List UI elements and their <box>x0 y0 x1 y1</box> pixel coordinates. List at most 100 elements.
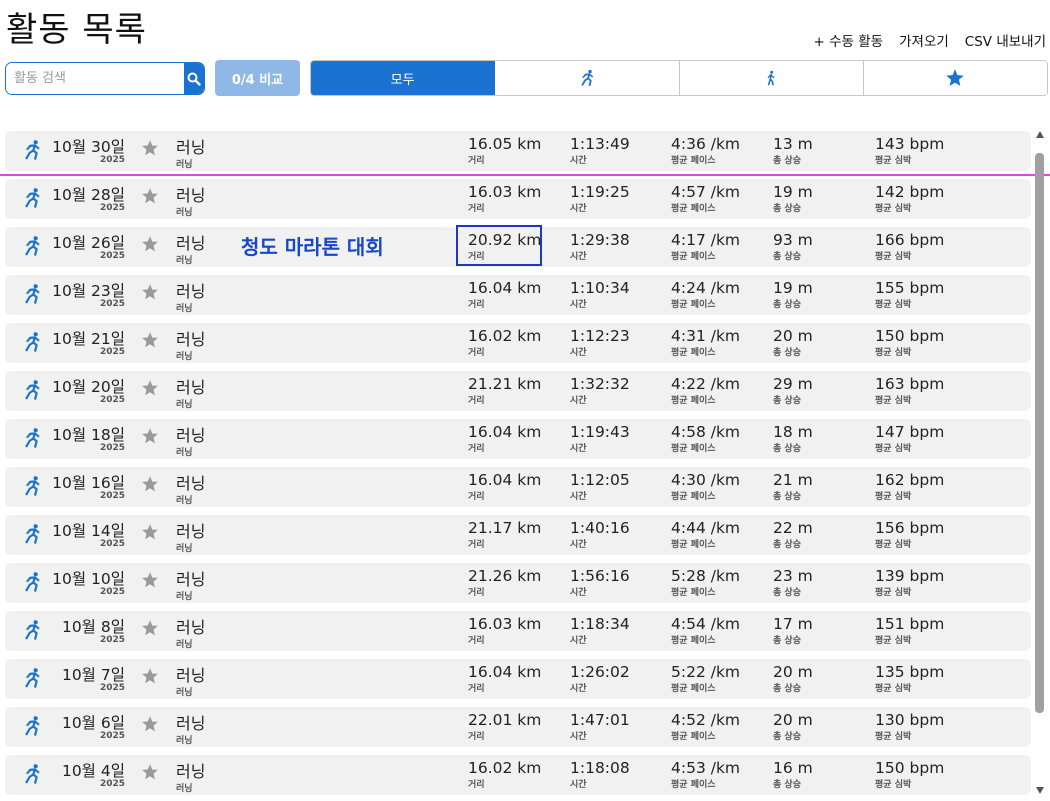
stat-time: 1:47:01 시간 <box>570 711 630 742</box>
filter-tab-all[interactable]: 모두 <box>311 61 496 95</box>
star-icon[interactable] <box>141 331 159 349</box>
activity-row[interactable]: 10월 18일 2025 러닝 러닝 16.04 km 거리 1:19:43 시간 4:58 /… <box>5 419 1031 459</box>
scrollbar[interactable] <box>1035 131 1046 794</box>
stat-label: 총 상승 <box>773 540 801 550</box>
distance-value: 16.04 km <box>468 423 542 441</box>
activity-row[interactable]: 10월 21일 2025 러닝 러닝 16.02 km 거리 1:12:23 시간 4:31 /… <box>5 323 1031 363</box>
star-icon[interactable] <box>141 715 159 733</box>
star-icon[interactable] <box>141 427 159 445</box>
stat-heart-rate: 155 bpm 평균 심박 <box>875 279 944 310</box>
activity-name[interactable]: 러닝 <box>176 278 205 302</box>
stat-label: 총 상승 <box>773 348 801 358</box>
stat-label: 시간 <box>570 252 587 262</box>
stat-label: 총 상승 <box>773 300 801 310</box>
star-icon[interactable] <box>141 667 159 685</box>
star-icon[interactable] <box>141 475 159 493</box>
time-value: 1:26:02 <box>570 663 630 681</box>
activity-title[interactable]: 청도 마라톤 대회 <box>241 231 384 260</box>
activity-name[interactable]: 러닝 <box>176 614 205 638</box>
activity-name[interactable]: 러닝 <box>176 566 205 590</box>
star-icon[interactable] <box>141 571 159 589</box>
star-icon[interactable] <box>141 379 159 397</box>
activity-row[interactable]: 10월 16일 2025 러닝 러닝 16.04 km 거리 1:12:05 시간 4:30 /… <box>5 467 1031 507</box>
csv-export-link[interactable]: CSV 내보내기 <box>965 30 1046 50</box>
stat-label: 총 상승 <box>773 204 801 214</box>
activity-name[interactable]: 러닝 <box>176 662 205 686</box>
star-icon[interactable] <box>141 283 159 301</box>
manual-activity-link[interactable]: + 수동 활동 <box>814 30 884 50</box>
filter-tab-running[interactable] <box>495 61 680 95</box>
stat-heart-rate: 163 bpm 평균 심박 <box>875 375 944 406</box>
elevation-value: 17 m <box>773 615 813 633</box>
star-icon[interactable] <box>141 763 159 781</box>
activity-type: 러닝 <box>176 496 193 506</box>
activity-name[interactable]: 러닝 <box>176 230 205 254</box>
search-button[interactable] <box>184 63 204 94</box>
stat-label: 시간 <box>570 732 587 742</box>
star-icon[interactable] <box>141 187 159 205</box>
stat-label: 평균 페이스 <box>671 156 716 166</box>
activity-row[interactable]: 10월 30일 2025 러닝 러닝 16.05 km 거리 1:13:49 시간 4:36 /… <box>5 131 1031 171</box>
activity-row[interactable]: 10월 4일 2025 러닝 러닝 16.02 km 거리 1:18:08 시간 4:53 /k… <box>5 755 1031 795</box>
activity-name[interactable]: 러닝 <box>176 758 205 782</box>
activity-name[interactable]: 러닝 <box>176 374 205 398</box>
activity-year: 2025 <box>99 155 125 165</box>
elevation-value: 19 m <box>773 183 813 201</box>
stat-label: 평균 페이스 <box>671 348 716 358</box>
scroll-down-arrow[interactable] <box>1036 787 1044 794</box>
activity-row[interactable]: 10월 7일 2025 러닝 러닝 16.04 km 거리 1:26:02 시간 5:22 /k… <box>5 659 1031 699</box>
stat-label: 총 상승 <box>773 396 801 406</box>
activity-year: 2025 <box>99 779 125 789</box>
compare-button[interactable]: 0/4 비교 <box>215 60 300 96</box>
filter-tab-starred[interactable] <box>863 61 1047 95</box>
activity-row[interactable]: 10월 14일 2025 러닝 러닝 21.17 km 거리 1:40:16 시간 4:44 /… <box>5 515 1031 555</box>
running-icon <box>25 140 40 160</box>
activity-date: 10월 21일 <box>52 330 125 348</box>
search-input[interactable] <box>6 63 184 94</box>
activity-name[interactable]: 러닝 <box>176 134 205 158</box>
activity-row[interactable]: 10월 8일 2025 러닝 러닝 16.03 km 거리 1:18:34 시간 4:54 /k… <box>5 611 1031 651</box>
filter-tab-walking[interactable] <box>679 61 864 95</box>
activity-type: 러닝 <box>176 352 193 362</box>
star-icon[interactable] <box>141 619 159 637</box>
activity-row[interactable]: 10월 10일 2025 러닝 러닝 21.26 km 거리 1:56:16 시간 5:28 /… <box>5 563 1031 603</box>
stat-label: 거리 <box>468 684 485 694</box>
stat-elevation: 93 m 총 상승 <box>773 231 813 262</box>
stat-elevation: 19 m 총 상승 <box>773 183 813 214</box>
stat-label: 거리 <box>468 732 485 742</box>
activity-name[interactable]: 러닝 <box>176 422 205 446</box>
stat-time: 1:12:05 시간 <box>570 471 630 502</box>
heart-rate-value: 143 bpm <box>875 135 945 153</box>
stat-heart-rate: 147 bpm 평균 심박 <box>875 423 944 454</box>
pace-value: 5:22 /km <box>671 663 741 681</box>
import-link[interactable]: 가져오기 <box>899 30 949 50</box>
star-icon[interactable] <box>141 139 159 157</box>
walking-icon <box>767 70 775 86</box>
activity-name[interactable]: 러닝 <box>176 518 205 542</box>
stat-label: 시간 <box>570 396 587 406</box>
elevation-value: 19 m <box>773 279 813 297</box>
stat-pace: 4:22 /km 평균 페이스 <box>671 375 740 406</box>
stat-label: 평균 페이스 <box>671 204 716 214</box>
activity-row[interactable]: 10월 23일 2025 러닝 러닝 16.04 km 거리 1:10:34 시간 4:24 /… <box>5 275 1031 315</box>
activity-name[interactable]: 러닝 <box>176 182 205 206</box>
activity-name[interactable]: 러닝 <box>176 326 205 350</box>
stat-label: 시간 <box>570 156 587 166</box>
activity-name[interactable]: 러닝 <box>176 470 205 494</box>
stat-label: 거리 <box>468 492 485 502</box>
scroll-up-arrow[interactable] <box>1036 131 1044 138</box>
activity-year: 2025 <box>99 443 125 453</box>
activity-row[interactable]: 10월 6일 2025 러닝 러닝 22.01 km 거리 1:47:01 시간 4:52 /k… <box>5 707 1031 747</box>
stat-distance: 16.04 km 거리 <box>468 423 541 454</box>
stat-label: 평균 심박 <box>875 252 912 262</box>
scroll-thumb[interactable] <box>1035 153 1044 713</box>
distance-value: 21.17 km <box>468 519 542 537</box>
activity-year: 2025 <box>99 635 125 645</box>
activity-name[interactable]: 러닝 <box>176 710 205 734</box>
stat-time: 1:13:49 시간 <box>570 135 630 166</box>
activity-row[interactable]: 10월 20일 2025 러닝 러닝 21.21 km 거리 1:32:32 시간 4:22 /… <box>5 371 1031 411</box>
activity-row[interactable]: 10월 28일 2025 러닝 러닝 16.03 km 거리 1:19:25 시간 4:57 /… <box>5 179 1031 219</box>
star-icon[interactable] <box>141 235 159 253</box>
star-icon[interactable] <box>141 523 159 541</box>
stat-elevation: 17 m 총 상승 <box>773 615 813 646</box>
